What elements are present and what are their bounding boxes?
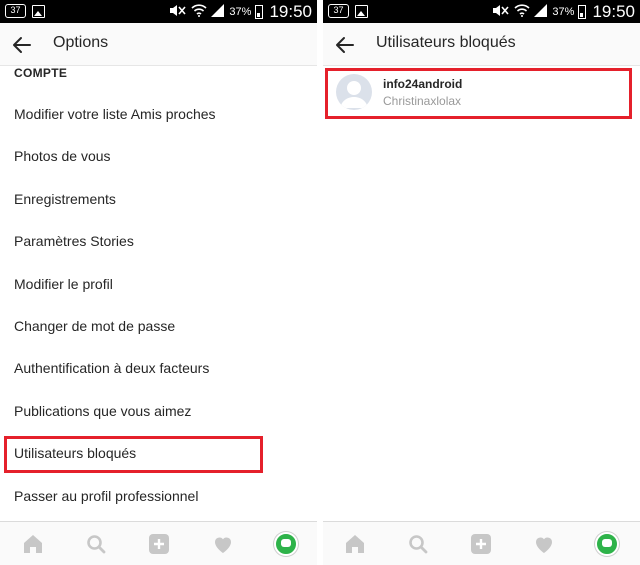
menu-item-business-profile[interactable]: Passer au profil professionnel — [0, 476, 317, 518]
battery-percent: 37% — [229, 5, 252, 18]
image-icon — [32, 4, 45, 18]
blocked-user-fullname: Christinaxlolax — [383, 94, 462, 108]
menu-item-liked-posts[interactable]: Publications que vous aimez — [0, 391, 317, 433]
heart-icon[interactable] — [532, 532, 556, 556]
menu-item-label: Authentification à deux facteurs — [14, 360, 210, 376]
bottom-nav — [0, 521, 317, 565]
page-title: Utilisateurs bloqués — [376, 34, 516, 51]
clock-time: 19:50 — [269, 1, 312, 21]
app-bar: Utilisateurs bloqués — [323, 23, 640, 66]
clock-time: 19:50 — [592, 1, 635, 21]
default-avatar-icon — [336, 74, 372, 110]
menu-item-label: Photos de vous — [14, 148, 111, 164]
battery-percent: 37% — [552, 5, 575, 18]
mute-icon — [169, 4, 187, 20]
page-title: Options — [53, 34, 109, 51]
menu-item-label: Publications que vous aimez — [14, 403, 192, 419]
menu-item-saved[interactable]: Enregistrements — [0, 179, 317, 221]
notification-count-icon: 37 — [5, 4, 26, 18]
wifi-icon — [514, 3, 530, 20]
status-bar: 37 37% 19:50 — [0, 0, 317, 23]
menu-item-label: Modifier votre liste Amis proches — [14, 106, 216, 122]
heart-icon[interactable] — [211, 532, 235, 556]
blocked-username: info24android — [383, 77, 463, 91]
add-post-icon[interactable] — [469, 532, 493, 556]
menu-item-two-factor[interactable]: Authentification à deux facteurs — [0, 348, 317, 390]
signal-icon — [534, 3, 548, 20]
profile-avatar[interactable] — [595, 532, 619, 556]
menu-item-label: Changer de mot de passe — [14, 318, 176, 334]
blocked-user-row[interactable]: info24android Christinaxlolax — [323, 67, 640, 118]
mute-icon — [492, 4, 510, 20]
menu-item-close-friends[interactable]: Modifier votre liste Amis proches — [0, 94, 317, 136]
home-icon[interactable] — [21, 532, 45, 556]
section-header-account: COMPTE — [14, 66, 68, 80]
search-icon[interactable] — [406, 532, 430, 556]
menu-item-label: Passer au profil professionnel — [14, 488, 199, 504]
menu-item-change-password[interactable]: Changer de mot de passe — [0, 306, 317, 348]
menu-item-label: Modifier le profil — [14, 276, 113, 292]
menu-item-label: Enregistrements — [14, 191, 116, 207]
search-icon[interactable] — [84, 532, 108, 556]
status-bar: 37 37% 19:50 — [323, 0, 640, 23]
battery-icon — [578, 4, 587, 19]
bottom-nav — [323, 521, 640, 565]
menu-item-label: Paramètres Stories — [14, 233, 134, 249]
menu-item-label: Utilisateurs bloqués — [14, 445, 137, 461]
back-arrow-icon[interactable] — [12, 35, 32, 55]
notification-count-icon: 37 — [328, 4, 349, 18]
menu-item-edit-profile[interactable]: Modifier le profil — [0, 264, 317, 306]
blocked-users-screen: 37 37% 19:50 Utilisateurs bloqués info24… — [323, 0, 640, 565]
wifi-icon — [191, 3, 207, 20]
options-screen: 37 37% 19:50 Options COMPTE Modifier vot… — [0, 0, 317, 565]
menu-item-photos-of-you[interactable]: Photos de vous — [0, 136, 317, 178]
battery-icon — [255, 4, 264, 19]
home-icon[interactable] — [343, 532, 367, 556]
back-arrow-icon[interactable] — [335, 35, 355, 55]
app-bar: Options — [0, 23, 317, 66]
menu-item-story-settings[interactable]: Paramètres Stories — [0, 221, 317, 263]
image-icon — [355, 4, 368, 18]
signal-icon — [211, 3, 225, 20]
add-post-icon[interactable] — [147, 532, 171, 556]
menu-item-blocked-users[interactable]: Utilisateurs bloqués — [0, 433, 317, 475]
profile-avatar[interactable] — [274, 532, 298, 556]
